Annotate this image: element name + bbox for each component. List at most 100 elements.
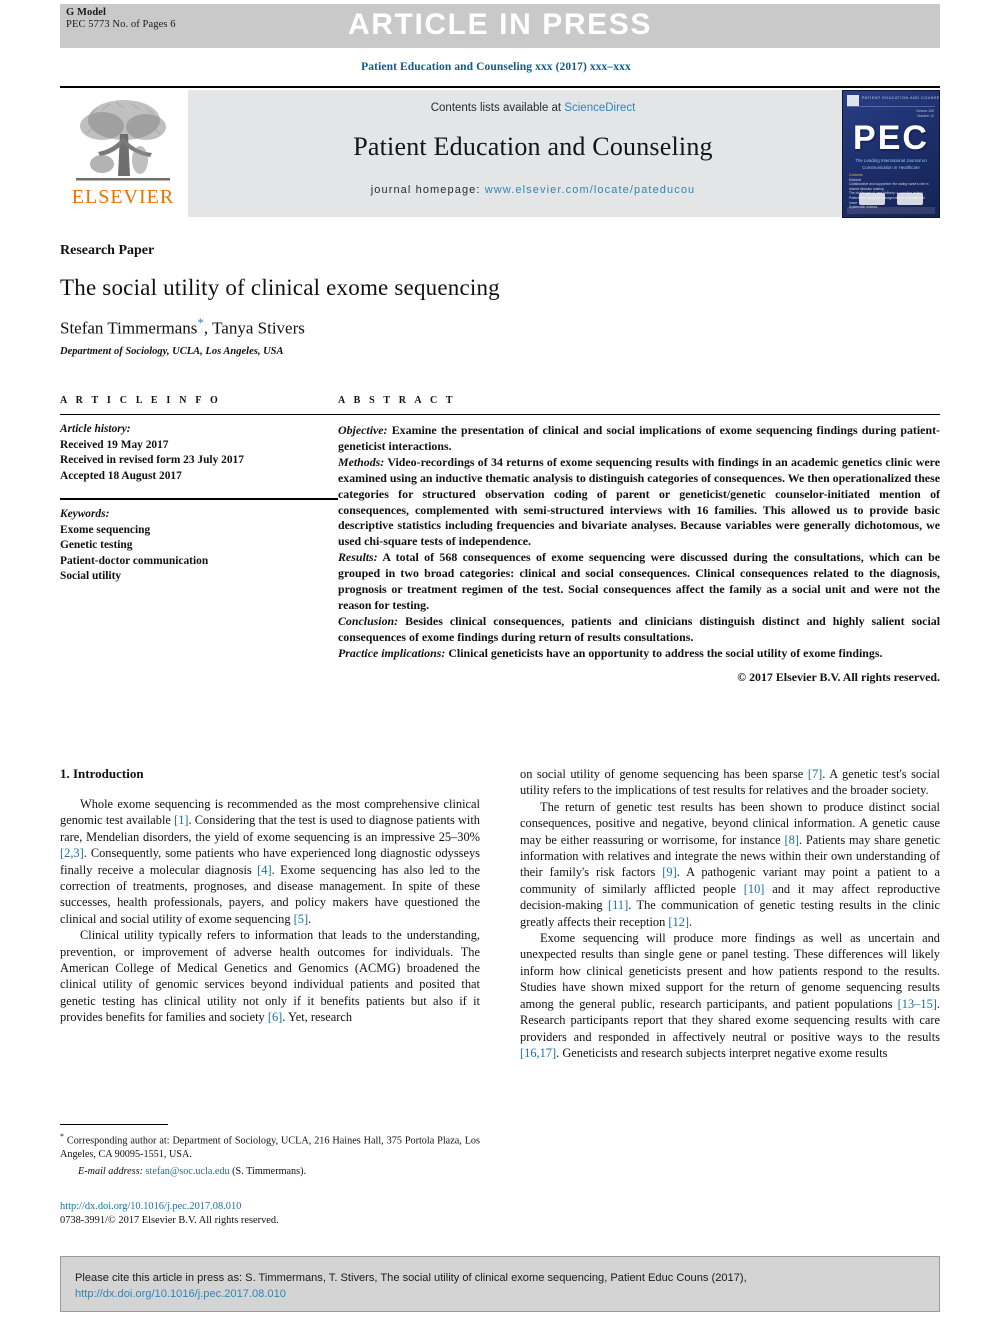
body-paragraph: on social utility of genome sequencing h… bbox=[520, 766, 940, 799]
elsevier-wordmark: ELSEVIER bbox=[71, 186, 175, 208]
citation-notice-text: Please cite this article in press as: S.… bbox=[61, 1257, 939, 1302]
citation-reference[interactable]: [4] bbox=[257, 863, 271, 877]
citation-notice-box: Please cite this article in press as: S.… bbox=[60, 1256, 940, 1312]
abstract-section: Objective: Examine the presentation of c… bbox=[338, 423, 940, 455]
cover-top-bar: PATIENT EDUCATION AND COUNSELING bbox=[847, 95, 939, 107]
footnote-block: * Corresponding author at: Department of… bbox=[60, 1124, 480, 1178]
body-paragraph: Exome sequencing will produce more findi… bbox=[520, 930, 940, 1061]
citation-reference[interactable]: [13–15] bbox=[898, 997, 937, 1011]
keywords-label: Keywords: bbox=[60, 508, 110, 520]
paragraph-text: Exome sequencing will produce more findi… bbox=[520, 931, 940, 1011]
body-paragraph: The return of genetic test results has b… bbox=[520, 799, 940, 930]
citation-reference[interactable]: [5] bbox=[294, 912, 308, 926]
abstract-section: Conclusion: Besides clinical consequence… bbox=[338, 614, 940, 646]
article-body: 1. Introduction Whole exome sequencing i… bbox=[60, 766, 940, 1186]
cover-society-logos bbox=[843, 193, 939, 205]
article-info-column: A R T I C L E I N F O Article history: R… bbox=[60, 395, 338, 685]
paragraph-text: on social utility of genome sequencing h… bbox=[520, 767, 808, 781]
article-in-press-text: ARTICLE IN PRESS bbox=[348, 8, 652, 41]
paragraph-text: . Geneticists and research subjects inte… bbox=[556, 1045, 888, 1060]
abstract-section: Practice implications: Clinical genetici… bbox=[338, 646, 940, 662]
journal-homepage-line: journal homepage: www.elsevier.com/locat… bbox=[188, 184, 878, 196]
homepage-url-link[interactable]: www.elsevier.com/locate/pateducou bbox=[485, 184, 696, 196]
citation-reference[interactable]: [9] bbox=[662, 865, 676, 879]
paragraph-text: . bbox=[689, 914, 693, 929]
doi-link[interactable]: http://dx.doi.org/10.1016/j.pec.2017.08.… bbox=[60, 1200, 490, 1214]
keyword-item: Social utility bbox=[60, 570, 122, 582]
author-name: Stefan Timmermans bbox=[60, 318, 198, 338]
elsevier-logo: ELSEVIER bbox=[64, 94, 182, 214]
abstract-section-text: Video-recordings of 34 returns of exome … bbox=[338, 454, 940, 549]
keyword-item: Exome sequencing bbox=[60, 523, 151, 536]
abstract-section-label: Results: bbox=[338, 550, 378, 565]
keyword-item: Patient-doctor communication bbox=[60, 554, 209, 567]
article-history-block: Article history: Received 19 May 2017 Re… bbox=[60, 415, 338, 484]
abstract-heading: A B S T R A C T bbox=[338, 395, 456, 406]
cover-issue-info: Volume 100 Number 12 bbox=[916, 109, 934, 119]
abstract-column: A B S T R A C T Objective: Examine the p… bbox=[338, 395, 940, 685]
body-paragraph: Clinical utility typically refers to inf… bbox=[60, 927, 480, 1025]
abstract-copyright: © 2017 Elsevier B.V. All rights reserved… bbox=[737, 669, 940, 684]
abstract-section-label: Conclusion: bbox=[338, 613, 399, 628]
citation-reference[interactable]: [8] bbox=[785, 833, 799, 847]
abstract-section: Results: A total of 568 consequences of … bbox=[338, 550, 940, 614]
keywords-block: Keywords: Exome sequencing Genetic testi… bbox=[60, 500, 338, 585]
keyword-item: Genetic testing bbox=[60, 539, 133, 551]
citation-reference[interactable]: [7] bbox=[808, 767, 822, 781]
paragraph-text: . bbox=[308, 911, 312, 926]
citation-prefix: Please cite this article in press as: S.… bbox=[75, 1272, 747, 1284]
sciencedirect-link[interactable]: ScienceDirect bbox=[564, 102, 635, 114]
citation-reference[interactable]: [12] bbox=[668, 915, 689, 929]
abstract-section-label: Methods: bbox=[338, 454, 385, 469]
body-paragraph: Whole exome sequencing is recommended as… bbox=[60, 796, 480, 927]
body-column-right: on social utility of genome sequencing h… bbox=[520, 766, 940, 1186]
journal-citation-line: Patient Education and Counseling xxx (20… bbox=[361, 61, 631, 73]
author-email-link[interactable]: stefan@soc.ucla.edu bbox=[146, 1166, 230, 1177]
citation-reference[interactable]: [11] bbox=[608, 898, 628, 912]
society-logo-icon bbox=[859, 193, 885, 205]
doi-copyright-block: http://dx.doi.org/10.1016/j.pec.2017.08.… bbox=[60, 1200, 490, 1228]
journal-title: Patient Education and Counseling bbox=[353, 132, 713, 161]
email-label: E-mail address: bbox=[78, 1165, 143, 1177]
journal-cover-thumbnail: PATIENT EDUCATION AND COUNSELING Volume … bbox=[842, 90, 940, 218]
history-item: Accepted 18 August 2017 bbox=[60, 469, 182, 482]
info-abstract-region: A R T I C L E I N F O Article history: R… bbox=[60, 395, 940, 685]
citation-reference[interactable]: [2,3] bbox=[60, 846, 84, 860]
contents-prefix: Contents lists available at bbox=[430, 102, 565, 114]
paragraph-text: . Yet, research bbox=[282, 1010, 353, 1025]
cover-top-bar-text: PATIENT EDUCATION AND COUNSELING bbox=[862, 96, 940, 100]
section-heading-introduction: 1. Introduction bbox=[60, 766, 144, 781]
citation-reference[interactable]: [10] bbox=[744, 882, 765, 896]
body-column-left: 1. Introduction Whole exome sequencing i… bbox=[60, 766, 480, 1186]
history-item: Received in revised form 23 July 2017 bbox=[60, 454, 244, 466]
issn-copyright: 0738-3991/© 2017 Elsevier B.V. All right… bbox=[60, 1215, 279, 1226]
article-header: Research Paper The social utility of cli… bbox=[60, 243, 940, 357]
contents-list-line: Contents lists available at ScienceDirec… bbox=[188, 102, 878, 114]
abstract-section-text: Clinical geneticists have an opportunity… bbox=[445, 645, 883, 660]
abstract-section-text: A total of 568 consequences of exome seq… bbox=[338, 550, 940, 612]
author-name: , Tanya Stivers bbox=[203, 318, 305, 338]
article-in-press-banner: G Model PEC 5773 No. of Pages 6 ARTICLE … bbox=[60, 4, 940, 48]
abstract-section-text: Besides clinical consequences, patients … bbox=[338, 613, 940, 644]
article-type-label: Research Paper bbox=[60, 243, 155, 258]
cover-pec-wordmark: PEC bbox=[853, 119, 929, 157]
right-column-paragraphs: on social utility of genome sequencing h… bbox=[520, 766, 940, 1061]
citation-doi-link[interactable]: http://dx.doi.org/10.1016/j.pec.2017.08.… bbox=[75, 1288, 286, 1300]
homepage-label: journal homepage: bbox=[370, 184, 481, 196]
email-suffix: (S. Timmermans). bbox=[229, 1165, 307, 1177]
author-affiliation: Department of Sociology, UCLA, Los Angel… bbox=[60, 345, 284, 357]
article-history-label: Article history: bbox=[60, 423, 131, 435]
society-logo-icon bbox=[897, 193, 923, 205]
cover-footer-bar bbox=[847, 207, 935, 214]
cover-badge-icon bbox=[847, 95, 859, 106]
left-column-paragraphs: Whole exome sequencing is recommended as… bbox=[60, 796, 480, 1026]
citation-reference[interactable]: [16,17] bbox=[520, 1046, 556, 1060]
email-footnote: E-mail address: stefan@soc.ucla.edu (S. … bbox=[60, 1162, 480, 1179]
abstract-section-label: Practice implications: bbox=[338, 645, 446, 660]
abstract-text: Objective: Examine the presentation of c… bbox=[338, 415, 940, 662]
cover-tagline: The Leading International Journal on Com… bbox=[855, 158, 927, 170]
citation-reference[interactable]: [6] bbox=[268, 1010, 282, 1024]
abstract-section: Methods: Video-recordings of 34 returns … bbox=[338, 455, 940, 550]
citation-reference[interactable]: [1] bbox=[174, 813, 188, 827]
page-title: The social utility of clinical exome seq… bbox=[60, 275, 500, 300]
